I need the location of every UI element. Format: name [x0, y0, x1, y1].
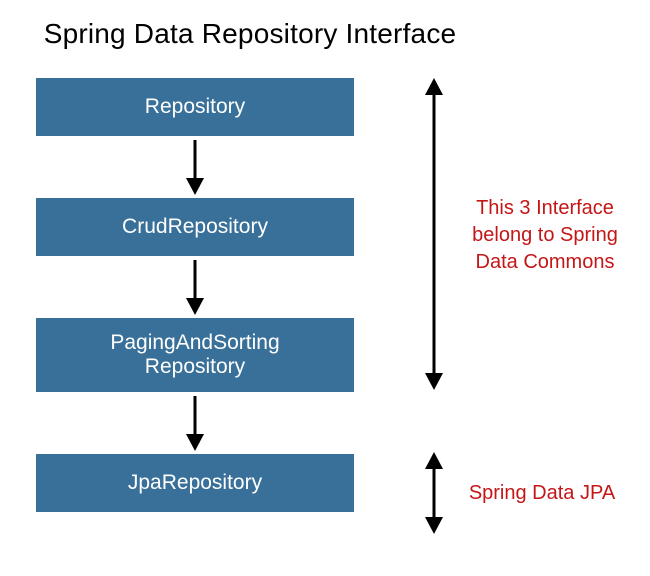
diagram-title: Spring Data Repository Interface [0, 18, 500, 50]
box-repository: Repository [36, 78, 354, 136]
annotation-commons-line3: Data Commons [476, 251, 615, 273]
arrow-down-icon [183, 396, 207, 452]
paging-line1: PagingAndSorting [110, 331, 279, 354]
annotation-commons: This 3 Interface belong to Spring Data C… [460, 195, 630, 276]
annotation-jpa-text: Spring Data JPA [469, 482, 615, 504]
arrow-down-icon [183, 140, 207, 196]
arrow-gap-3 [36, 392, 354, 454]
annotation-commons-line2: belong to Spring [472, 224, 618, 246]
arrow-down-icon [183, 260, 207, 316]
box-repository-label: Repository [145, 95, 245, 119]
hierarchy-column: Repository CrudRepository PagingAndSorti… [36, 78, 354, 512]
box-paging-repository-label: PagingAndSorting Repository [110, 331, 279, 379]
annotation-jpa: Spring Data JPA [462, 480, 622, 507]
paging-line2: Repository [145, 355, 245, 378]
arrow-gap-2 [36, 256, 354, 318]
box-crud-repository: CrudRepository [36, 198, 354, 256]
bracket-jpa-icon [422, 452, 446, 534]
box-crud-repository-label: CrudRepository [122, 215, 268, 239]
box-paging-repository: PagingAndSorting Repository [36, 318, 354, 392]
annotation-commons-line1: This 3 Interface [476, 197, 614, 219]
box-jpa-repository: JpaRepository [36, 454, 354, 512]
box-jpa-repository-label: JpaRepository [128, 471, 262, 495]
arrow-gap-1 [36, 136, 354, 198]
bracket-commons-icon [422, 78, 446, 390]
